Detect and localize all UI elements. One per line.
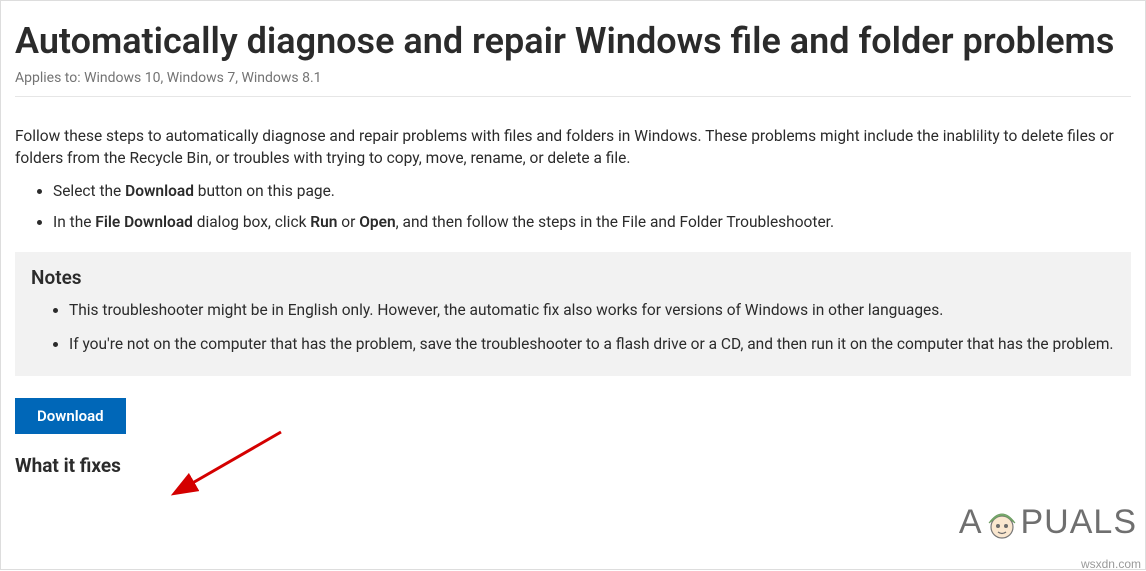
what-it-fixes-heading: What it fixes <box>15 454 1131 477</box>
notes-list: This troubleshooter might be in English … <box>31 299 1115 356</box>
list-item: If you're not on the computer that has t… <box>69 333 1115 356</box>
text: , and then follow the steps in the File … <box>396 213 834 231</box>
mascot-icon <box>981 501 1023 543</box>
notes-box: Notes This troubleshooter might be in En… <box>15 252 1131 376</box>
text-bold: File Download <box>95 213 193 231</box>
applies-to: Applies to: Windows 10, Windows 7, Windo… <box>15 70 1131 97</box>
list-item: Select the Download button on this page. <box>53 180 1131 203</box>
page-title: Automatically diagnose and repair Window… <box>15 19 1131 64</box>
text: dialog box, click <box>193 213 310 231</box>
steps-list: Select the Download button on this page.… <box>15 180 1131 235</box>
text-bold: Download <box>125 182 194 200</box>
intro-paragraph: Follow these steps to automatically diag… <box>15 125 1131 170</box>
text: In the <box>53 213 95 231</box>
text-bold: Open <box>359 213 395 231</box>
watermark-text-right: PUALS <box>1021 503 1138 542</box>
list-item: This troubleshooter might be in English … <box>69 299 1115 322</box>
text: button on this page. <box>194 182 335 200</box>
text: or <box>337 213 359 231</box>
list-item: In the File Download dialog box, click R… <box>53 211 1131 234</box>
text: Select the <box>53 182 125 200</box>
watermark-text-left: A <box>959 503 983 542</box>
notes-title: Notes <box>31 266 1115 289</box>
download-button[interactable]: Download <box>15 398 126 434</box>
site-credit: wsxdn.com <box>1081 557 1141 571</box>
watermark-logo: A PUALS <box>959 501 1137 543</box>
text-bold: Run <box>310 213 337 231</box>
